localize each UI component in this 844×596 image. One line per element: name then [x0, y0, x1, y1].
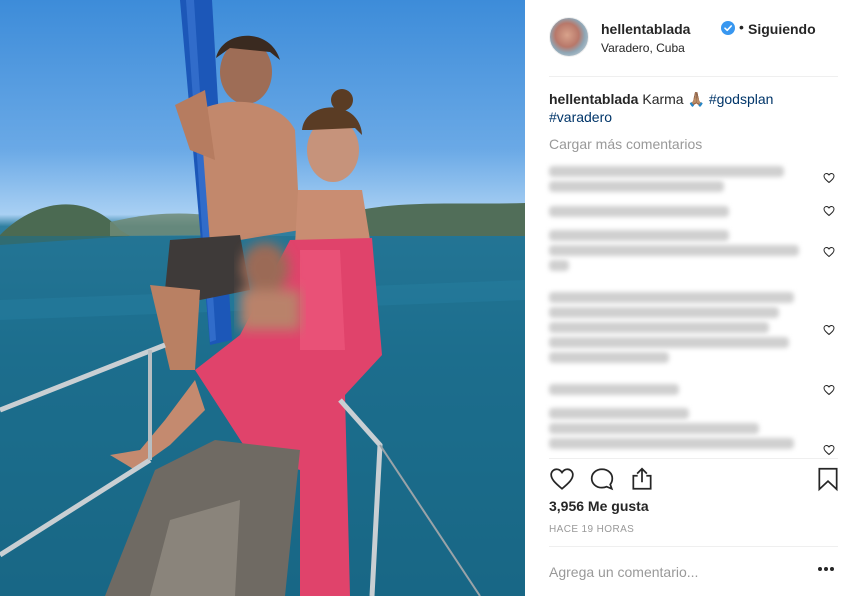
comment-item — [549, 288, 804, 367]
header-divider — [549, 76, 838, 77]
location-link[interactable]: Varadero, Cuba — [601, 41, 685, 55]
comment-item — [549, 162, 804, 196]
load-more-comments-button[interactable]: Cargar más comentarios — [549, 136, 702, 152]
comment-like-heart-icon[interactable] — [823, 172, 835, 184]
separator-dot: • — [739, 19, 744, 35]
caption-username[interactable]: hellentablada — [549, 91, 638, 107]
post-timestamp[interactable]: HACE 19 HORAS — [549, 524, 634, 535]
avatar[interactable] — [549, 17, 589, 57]
comment-like-heart-icon[interactable] — [823, 324, 835, 336]
hashtag-link[interactable]: #varadero — [549, 109, 612, 125]
verified-badge-icon — [721, 21, 735, 35]
caption: hellentablada Karma 🙏🏽 #godsplan #varade… — [549, 90, 819, 126]
boat-photo-illustration — [0, 0, 525, 596]
comment-item — [549, 202, 804, 221]
comment-like-heart-icon[interactable] — [823, 384, 835, 396]
follow-status-button[interactable]: Siguiendo — [748, 21, 816, 37]
share-icon[interactable] — [629, 466, 655, 492]
more-options-icon[interactable] — [817, 566, 835, 572]
comment-bubble-icon[interactable] — [589, 466, 615, 492]
comment-like-heart-icon[interactable] — [823, 205, 835, 217]
comment-like-heart-icon[interactable] — [823, 444, 835, 456]
actions-divider — [549, 458, 838, 459]
heart-icon[interactable] — [549, 466, 575, 492]
caption-text: Karma 🙏🏽 — [642, 91, 705, 107]
hashtag-link[interactable]: #godsplan — [709, 91, 774, 107]
add-comment-input[interactable]: Agrega un comentario... — [549, 564, 698, 580]
comment-item — [549, 226, 804, 275]
post-photo[interactable] — [0, 0, 525, 596]
header-username[interactable]: hellentablada — [601, 21, 690, 37]
comment-like-heart-icon[interactable] — [823, 246, 835, 258]
likes-count[interactable]: 3,956 Me gusta — [549, 498, 649, 514]
post-header: hellentablada • Siguiendo Varadero, Cuba — [549, 17, 844, 61]
comment-item — [549, 404, 804, 453]
post-side-panel: hellentablada • Siguiendo Varadero, Cuba… — [525, 0, 844, 596]
comment-input-divider — [549, 546, 838, 547]
comment-item — [549, 380, 804, 399]
bookmark-icon[interactable] — [815, 466, 841, 492]
